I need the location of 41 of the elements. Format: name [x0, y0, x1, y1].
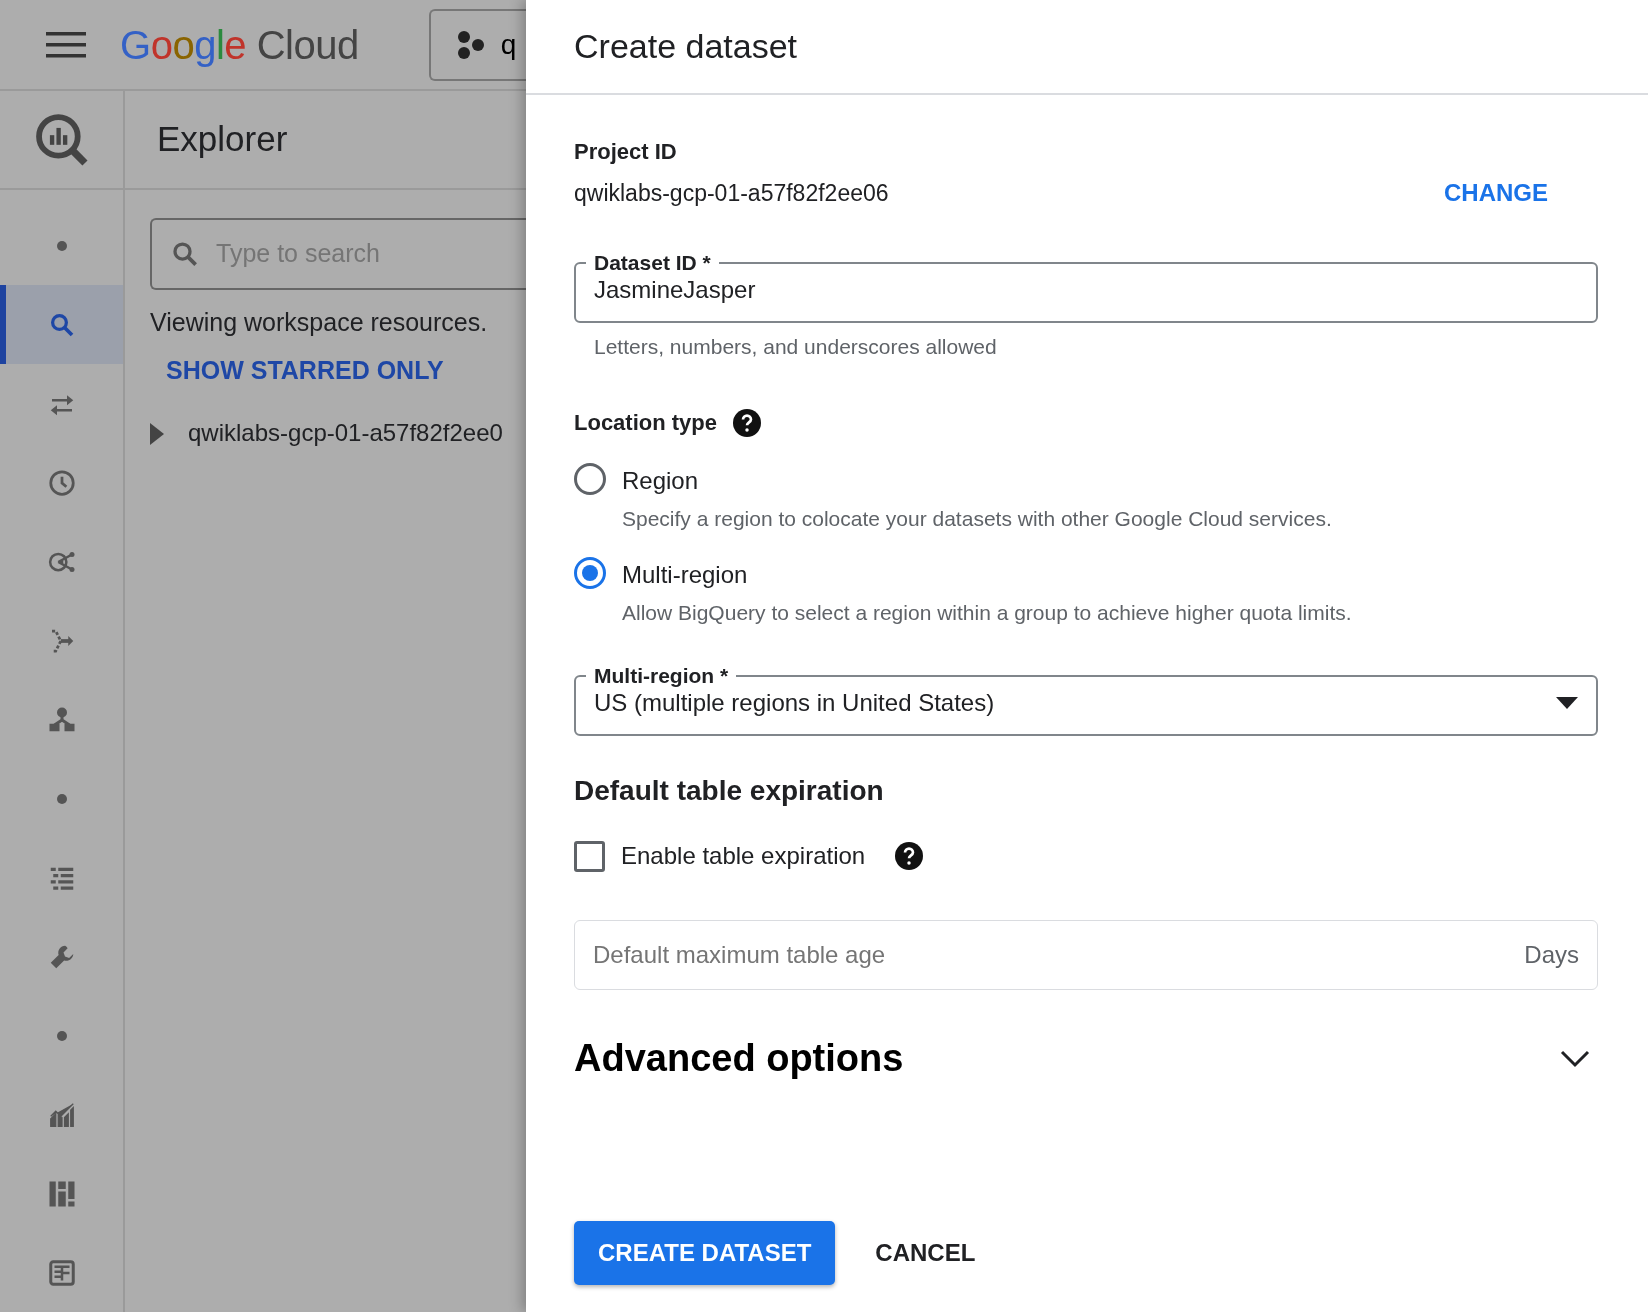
clock-icon: [46, 467, 77, 498]
search-input[interactable]: Type to search: [216, 235, 516, 273]
table-grid-icon: [46, 1257, 77, 1288]
create-dataset-button[interactable]: CREATE DATASET: [574, 1221, 836, 1285]
help-icon: [733, 408, 761, 437]
dot-icon: [56, 240, 67, 251]
field-label: Multi-region *: [593, 664, 730, 688]
checkbox[interactable]: [574, 840, 605, 872]
dropdown-arrow-icon: [1556, 697, 1578, 709]
advanced-options-toggle[interactable]: Advanced options: [574, 1030, 1598, 1087]
option-description: Allow BigQuery to select a region within a group to achieve higher quota limits.: [622, 599, 1352, 626]
change-button[interactable]: CHANGE: [1444, 174, 1548, 211]
project-tree-item[interactable]: qwiklabs-gcp-01-a57f82f2ee0: [188, 415, 503, 451]
section-heading: Default table expiration: [574, 774, 885, 808]
location-type-label: Location type: [574, 409, 717, 437]
radio-button[interactable]: [574, 463, 606, 495]
show-starred-link[interactable]: SHOW STARRED ONLY: [166, 351, 444, 389]
radio-label: Region: [622, 466, 700, 496]
table-age-input[interactable]: Default maximum table age: [593, 937, 1093, 973]
radio-button[interactable]: [574, 556, 606, 589]
dot-icon: [56, 1030, 67, 1041]
menu-icon[interactable]: [46, 31, 86, 58]
search-field[interactable]: Type to search: [150, 218, 526, 290]
helper-text: Letters, numbers, and underscores allowed: [594, 333, 998, 360]
panel-title: Create dataset: [574, 26, 798, 67]
radio-label: Multi-region: [622, 559, 749, 590]
info-text: Viewing workspace resources.: [150, 307, 489, 338]
project-id-value: qwiklabs-gcp-01-a57f82f2ee06: [574, 179, 889, 208]
explorer-title: Explorer: [157, 118, 288, 161]
help-icon: [895, 842, 924, 870]
option-description: Specify a region to colocate your datasets with other Google Cloud services.: [622, 506, 1332, 532]
cancel-button[interactable]: CANCEL: [851, 1221, 1000, 1285]
field-label: Dataset ID *: [593, 250, 712, 275]
expand-arrow-icon[interactable]: [150, 421, 164, 445]
checkbox-label: Enable table expiration: [621, 841, 866, 871]
dot-icon: [56, 793, 67, 804]
search-icon: [170, 239, 200, 269]
logo-text: Google Cloud: [120, 21, 359, 69]
project-id-label: Project ID: [574, 138, 678, 166]
sidebar-button[interactable]: [0, 285, 123, 364]
max-table-age-field[interactable]: Default maximum table age Days: [574, 920, 1598, 990]
